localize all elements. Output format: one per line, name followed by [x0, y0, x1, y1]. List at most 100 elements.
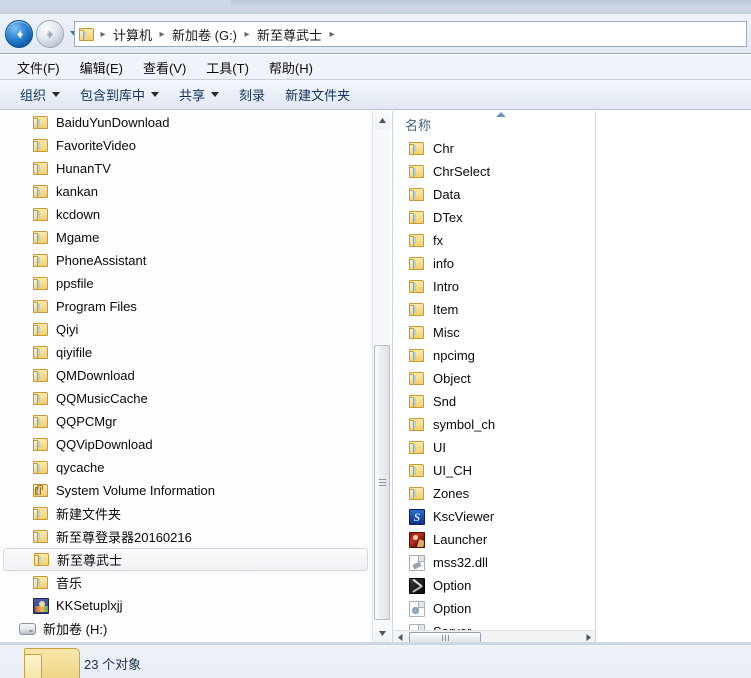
tree-item[interactable]: Qiyi [0, 318, 372, 341]
file-list-row[interactable]: UI_CH [393, 459, 595, 482]
new-folder-button[interactable]: 新建文件夹 [275, 81, 360, 108]
tree-item[interactable]: 新加卷 (H:) [0, 617, 372, 640]
tree-item[interactable]: 音乐 [0, 571, 372, 594]
tree-item[interactable]: 新建文件夹 [0, 502, 372, 525]
file-list-row[interactable]: Zones [393, 482, 595, 505]
breadcrumb-separator: ▸ [100, 28, 106, 40]
tree-item[interactable]: BaiduYunDownload [0, 111, 372, 134]
include-in-library-button[interactable]: 包含到库中 [70, 81, 169, 108]
file-list-row[interactable]: mss32.dll [393, 551, 595, 574]
tree-item[interactable]: Mgame [0, 226, 372, 249]
tree-item[interactable]: HunanTV [0, 157, 372, 180]
forward-arrow-icon [46, 29, 53, 39]
file-list-row[interactable]: Chr [393, 137, 595, 160]
tree-item[interactable]: FavoriteVideo [0, 134, 372, 157]
burn-button[interactable]: 刻录 [229, 81, 275, 108]
scroll-thumb[interactable] [374, 345, 390, 620]
file-list-row[interactable]: symbol_ch [393, 413, 595, 436]
file-list-row[interactable]: S KscViewer [393, 505, 595, 528]
warrior-app-icon [409, 531, 425, 548]
tree-item-label: PhoneAssistant [56, 253, 147, 268]
tree-item-label: QQMusicCache [56, 391, 148, 406]
chevron-up-icon [378, 117, 386, 123]
tree-item-label: QMDownload [56, 368, 135, 383]
folder-icon [33, 299, 49, 314]
chevron-down-icon [378, 630, 386, 636]
file-list-pane: 名称 Chr ChrSelect Data DTex fx info Intro Item Mi… [392, 111, 596, 642]
tree-item[interactable]: 新至尊登录器20160216 [0, 525, 372, 548]
tree-item[interactable]: QQVipDownload [0, 433, 372, 456]
forward-button[interactable] [36, 20, 64, 48]
back-button[interactable] [5, 20, 33, 48]
tree-item[interactable]: PhoneAssistant [0, 249, 372, 272]
folder-icon [33, 368, 49, 383]
folder-icon [33, 391, 49, 406]
tree-item-label: BaiduYunDownload [56, 115, 170, 130]
menu-item-view[interactable]: 查看(V) [134, 55, 195, 80]
share-button[interactable]: 共享 [169, 81, 229, 108]
menu-item-help[interactable]: 帮助(H) [260, 55, 322, 80]
column-header-name[interactable]: 名称 [393, 111, 595, 137]
file-list-row[interactable]: UI [393, 436, 595, 459]
folder-icon [33, 115, 49, 130]
tree-item[interactable]: ppsfile [0, 272, 372, 295]
scroll-down-button[interactable] [373, 624, 391, 642]
file-list-row[interactable]: Option [393, 597, 595, 620]
file-list-row[interactable]: Snd [393, 390, 595, 413]
menu-item-file[interactable]: 文件(F) [8, 55, 69, 80]
tree-item[interactable]: qycache [0, 456, 372, 479]
file-list-row[interactable]: Launcher [393, 528, 595, 551]
tree-item[interactable]: QMDownload [0, 364, 372, 387]
tree-item[interactable]: qiyifile [0, 341, 372, 364]
file-list-row-label: DTex [433, 210, 463, 225]
item-count-text: 23 个对象 [84, 657, 142, 672]
tree-item[interactable]: kankan [0, 180, 372, 203]
file-list-row[interactable]: DTex [393, 206, 595, 229]
folder-icon [409, 371, 425, 386]
file-list-row[interactable]: Object [393, 367, 595, 390]
file-list-row-label: symbol_ch [433, 417, 496, 432]
tree-item[interactable]: kcdown [0, 203, 372, 226]
breadcrumb[interactable]: ▸ 计算机 ▸ 新加卷 (G:) ▸ 新至尊武士 ▸ [74, 21, 747, 47]
setup-icon [33, 597, 49, 614]
scroll-up-button[interactable] [373, 111, 391, 129]
tree-item[interactable]: 新至尊武士 [3, 548, 368, 571]
file-list-row[interactable]: Intro [393, 275, 595, 298]
file-list-row-label: info [433, 256, 454, 271]
folder-icon [409, 394, 425, 409]
chevron-left-icon [397, 634, 402, 641]
file-list-row[interactable]: Item [393, 298, 595, 321]
command-toolbar: 组织 包含到库中 共享 刻录 新建文件夹 [0, 80, 751, 110]
file-list-row[interactable]: Option [393, 574, 595, 597]
breadcrumb-item-0[interactable]: 计算机 [109, 25, 156, 44]
tree-item[interactable]: QQMusicCache [0, 387, 372, 410]
folder-icon [409, 187, 425, 202]
folder-icon [409, 233, 425, 248]
breadcrumb-item-1[interactable]: 新加卷 (G:) [168, 25, 241, 44]
tree-item[interactable]: KKSetuplxjj [0, 594, 372, 617]
file-list-row-label: fx [433, 233, 444, 248]
chevron-right-icon [586, 634, 591, 641]
locked-folder-icon [33, 483, 49, 498]
file-list-row-label: KscViewer [433, 509, 495, 524]
file-list-row[interactable]: Data [393, 183, 595, 206]
file-list-row[interactable]: ChrSelect [393, 160, 595, 183]
window-title-bar [0, 0, 751, 14]
tree-vertical-scrollbar[interactable] [372, 111, 391, 642]
ini-file-icon [409, 600, 425, 617]
file-list-row[interactable]: fx [393, 229, 595, 252]
title-bar-sheen [231, 0, 751, 6]
file-list-row[interactable]: Misc [393, 321, 595, 344]
tree-item[interactable]: Program Files [0, 295, 372, 318]
tree-item[interactable]: System Volume Information [0, 479, 372, 502]
file-list-row[interactable]: info [393, 252, 595, 275]
drive-icon [19, 622, 36, 635]
folder-icon [33, 207, 49, 222]
tree-item-label: 新至尊武士 [57, 553, 123, 568]
breadcrumb-item-2[interactable]: 新至尊武士 [253, 25, 326, 44]
menu-item-edit[interactable]: 编辑(E) [71, 55, 132, 80]
file-list-row[interactable]: npcimg [393, 344, 595, 367]
organize-button[interactable]: 组织 [10, 81, 70, 108]
menu-item-tools[interactable]: 工具(T) [197, 55, 258, 80]
tree-item[interactable]: QQPCMgr [0, 410, 372, 433]
